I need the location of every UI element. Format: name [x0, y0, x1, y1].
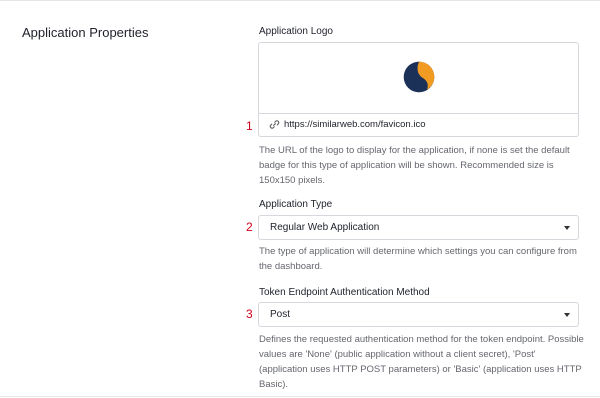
token-auth-method-select[interactable]: Post [258, 302, 579, 327]
application-type-value: Regular Web Application [270, 222, 380, 233]
token-auth-method-value: Post [270, 309, 291, 320]
link-icon [269, 120, 280, 129]
application-type-select[interactable]: Regular Web Application [258, 215, 579, 240]
application-type-label: Application Type [259, 199, 333, 210]
annotation-marker-2: 2 [246, 220, 253, 234]
top-divider [0, 0, 600, 1]
application-logo-field: https://similarweb.com/favicon.ico [258, 42, 579, 137]
chevron-down-icon [564, 313, 570, 317]
logo-url-value: https://similarweb.com/favicon.ico [284, 119, 426, 130]
application-type-help-text: The type of application will determine w… [259, 246, 577, 272]
section-title: Application Properties [22, 25, 149, 40]
annotation-marker-3: 3 [246, 307, 253, 321]
similarweb-logo [403, 61, 435, 93]
token-auth-method-label: Token Endpoint Authentication Method [259, 287, 430, 298]
annotation-marker-1: 1 [246, 119, 253, 133]
bottom-divider [0, 396, 600, 397]
logo-help-text: The URL of the logo to display for the a… [259, 145, 570, 186]
application-logo-label: Application Logo [259, 26, 333, 37]
chevron-down-icon [564, 226, 570, 230]
token-auth-method-help-text: Defines the requested authentication met… [259, 334, 584, 390]
logo-url-input[interactable]: https://similarweb.com/favicon.ico [259, 113, 578, 136]
